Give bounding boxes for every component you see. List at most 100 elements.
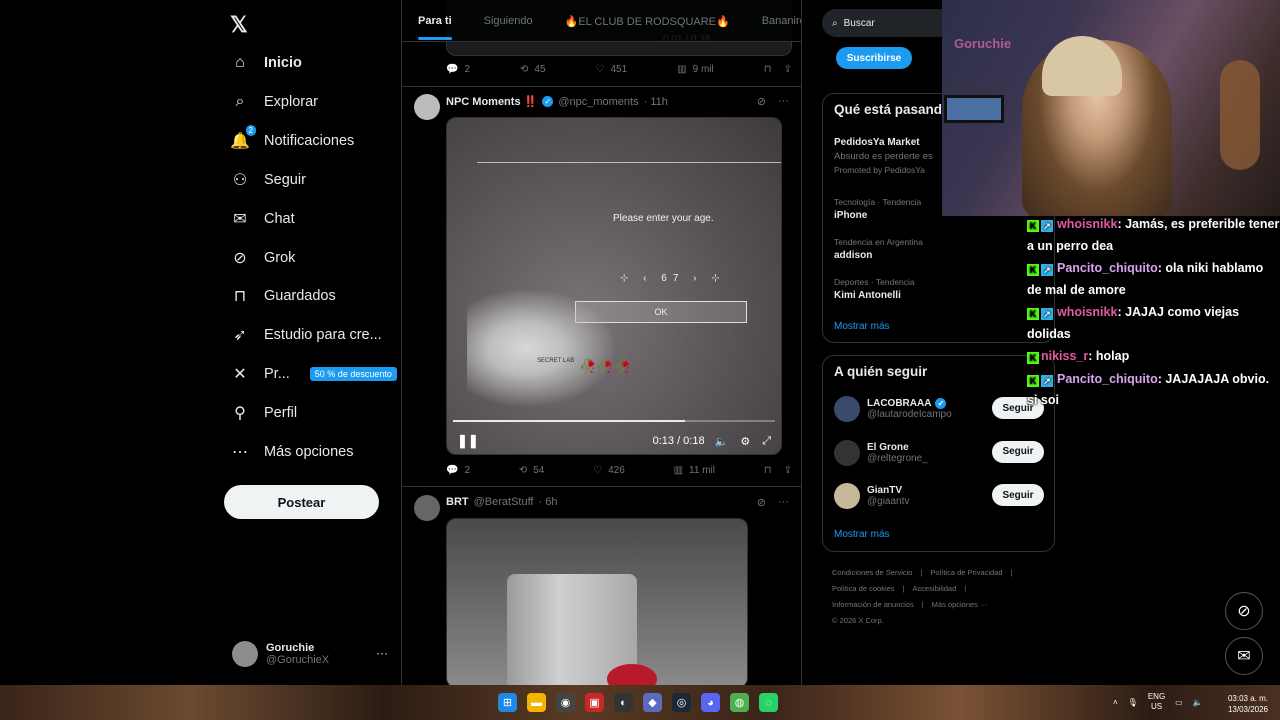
repost-button[interactable]: ⟲ 45 <box>520 64 546 75</box>
trend-item[interactable]: PedidosYa Market Absurdo es perderte es Pr… <box>834 134 933 175</box>
chrome-icon[interactable]: ◍ <box>730 693 749 712</box>
steam-icon[interactable]: ◎ <box>672 693 691 712</box>
subscribe-button[interactable]: Suscribirse <box>836 47 912 69</box>
nav-item-2[interactable]: 🔔 2 Notificaciones <box>230 123 354 159</box>
person-icon: ⚲ <box>234 405 246 423</box>
tab-1[interactable]: Siguiendo <box>468 0 549 42</box>
sub-badge-icon: ↗ <box>1041 264 1053 276</box>
author-name[interactable]: NPC Moments ‼️ <box>446 95 537 108</box>
views-button[interactable]: ▥ 11 mil <box>674 465 715 476</box>
grok-float-button[interactable]: ⊘ <box>1225 592 1263 630</box>
nav-item-label: Chat <box>264 210 295 227</box>
follow-button[interactable]: Seguir <box>992 484 1044 506</box>
avatar[interactable] <box>414 495 440 521</box>
nav-item-8[interactable]: ✕ Pr... 50 % de descuento <box>230 356 397 392</box>
follow-suggestion[interactable]: GianTV @giaantv Seguir <box>834 481 1044 511</box>
nav-item-7[interactable]: ➶ Estudio para cre... <box>230 317 381 353</box>
more-icon[interactable]: ··· <box>778 496 789 509</box>
chat-username: Pancito_chiquito <box>1057 371 1158 386</box>
more-icon[interactable]: ··· <box>778 95 789 108</box>
mic-icon[interactable]: 🎙 <box>1128 698 1138 707</box>
messages-float-button[interactable]: ✉ <box>1225 637 1263 675</box>
post-button[interactable]: Postear <box>224 485 379 519</box>
obs-icon[interactable]: ◉ <box>556 693 575 712</box>
author-handle[interactable]: @npc_moments <box>558 96 638 108</box>
bookmark-icon[interactable]: ⊓ <box>764 64 772 75</box>
nav-item-10[interactable]: ⋯ Más opciones <box>230 434 353 470</box>
github-icon[interactable]: ◐ <box>614 693 633 712</box>
video-progress-bar[interactable] <box>453 420 775 422</box>
grok-icon[interactable]: ⊘ <box>757 496 766 509</box>
fullscreen-icon[interactable]: ⤢ <box>762 435 771 448</box>
whatsapp-icon[interactable]: ◌ <box>759 693 778 712</box>
footer-link[interactable]: Condiciones de Servicio <box>832 568 912 577</box>
trend-item[interactable]: Deportes · Tendencia Kimi Antonelli <box>834 277 915 301</box>
author-handle[interactable]: @BeratStuff <box>474 496 534 508</box>
more-icon[interactable]: ··· <box>376 646 388 660</box>
nav-item-9[interactable]: ⚲ Perfil <box>230 395 297 431</box>
tab-0[interactable]: Para ti <box>402 0 468 42</box>
chevron-up-icon[interactable]: ˄ <box>1113 698 1118 707</box>
trend-item[interactable]: Tendencia en Argentina addison <box>834 237 923 261</box>
footer-link[interactable]: Política de Privacidad <box>930 568 1002 577</box>
nav-item-1[interactable]: ⌕ Explorar <box>230 84 318 120</box>
follow-button[interactable]: Seguir <box>992 440 1044 463</box>
account-switcher[interactable]: Goruchie @GoruchieX <box>232 636 392 672</box>
nav-item-3[interactable]: ⚇ Seguir <box>230 162 306 198</box>
search-placeholder: Buscar <box>843 17 875 29</box>
pause-icon[interactable]: ❚❚ <box>457 433 479 449</box>
nav-item-5[interactable]: ⊘ Grok <box>230 240 295 276</box>
like-button[interactable]: ♡ 426 <box>593 465 625 476</box>
share-icon[interactable]: ⇪ <box>784 64 792 75</box>
tweet-video[interactable] <box>446 518 748 685</box>
follow-suggestion[interactable]: El Grone @reltegrone_ Seguir <box>834 438 1044 468</box>
shield-icon[interactable]: ◆ <box>643 693 662 712</box>
follow-suggestion[interactable]: LACOBRAAA ✓ @lautarodeIcampo Seguir <box>834 394 1044 424</box>
clock[interactable]: 03:03 a. m. 13/03/2026 <box>1220 693 1268 715</box>
who-to-follow-panel: A quién seguir LACOBRAAA ✓ @lautarodeIcamp… <box>822 355 1055 552</box>
tweet-time[interactable]: · 11h <box>644 96 668 108</box>
volume-icon[interactable]: 🔈 <box>1193 698 1203 707</box>
settings-icon[interactable]: ⚙ <box>740 435 750 448</box>
avatar[interactable] <box>414 94 440 120</box>
trend-item[interactable]: Tecnología · Tendencia iPhone <box>834 197 921 221</box>
grok-icon[interactable]: ⊘ <box>757 95 766 108</box>
volume-icon[interactable]: 🔈 <box>715 435 729 448</box>
nav-item-6[interactable]: ⊓ Guardados <box>230 278 336 314</box>
discord-icon[interactable]: ◕ <box>701 693 720 712</box>
follow-show-more[interactable]: Mostrar más <box>834 529 890 540</box>
tab-2[interactable]: 🔥EL CLUB DE RODSQUARE🔥 <box>549 0 746 42</box>
tab-3[interactable]: Bananirou <box>746 0 801 42</box>
language-indicator[interactable]: ENG US <box>1148 692 1165 712</box>
reply-button[interactable]: 💬 2 <box>446 465 470 476</box>
x-icon: ✕ <box>233 366 247 384</box>
nav-item-0[interactable]: ⌂ Inicio <box>230 45 302 81</box>
like-button[interactable]: ♡ 451 <box>596 64 628 75</box>
follow-name: LACOBRAAA <box>867 398 932 409</box>
author-name[interactable]: BRT <box>446 496 469 508</box>
taskbar: ⊞ ▬ ◉ ▣ ◐ ◆ ◎ ◕ ◍ ◌ ˄ 🎙 ENG US ▭ 🔈 03:03 … <box>0 685 1280 720</box>
footer-link[interactable]: Más opciones ··· <box>932 600 988 609</box>
footer-link[interactable]: Política de cookies <box>832 584 895 593</box>
folder-icon[interactable]: ▬ <box>527 693 546 712</box>
bookmark-icon[interactable]: ⊓ <box>764 465 772 476</box>
share-icon[interactable]: ⇪ <box>784 465 792 476</box>
nav-item-4[interactable]: ✉ Chat <box>230 201 295 237</box>
lang-code: ENG <box>1147 692 1166 701</box>
views-button[interactable]: ▥ 9 mil <box>677 64 714 75</box>
footer-link[interactable]: © 2026 X Corp. <box>832 616 884 625</box>
footer-link[interactable]: Información de anuncios <box>832 600 914 609</box>
tweet-time[interactable]: · 6h <box>539 496 558 508</box>
start-icon[interactable]: ⊞ <box>498 693 517 712</box>
network-icon[interactable]: ▭ <box>1175 698 1183 707</box>
repost-button[interactable]: ⟲ 54 <box>519 465 545 476</box>
footer-link[interactable]: Accesibilidad <box>913 584 957 593</box>
reply-button[interactable]: 💬 2 <box>446 64 470 75</box>
tweet-video[interactable]: Please enter your age. ⊹ ‹ 67 › ⊹ OK SEC… <box>446 117 782 455</box>
tweet-actions: 💬 2 ⟲ 54 ♡ 426 ▥ 11 mil ⊓ ⇪ <box>446 465 792 476</box>
footer-separator: | <box>920 568 923 577</box>
trends-show-more[interactable]: Mostrar más <box>834 321 890 332</box>
x-logo-icon[interactable]: 𝕏 <box>230 12 248 38</box>
chat-username: whoisnikk <box>1057 217 1118 231</box>
app-icon[interactable]: ▣ <box>585 693 604 712</box>
